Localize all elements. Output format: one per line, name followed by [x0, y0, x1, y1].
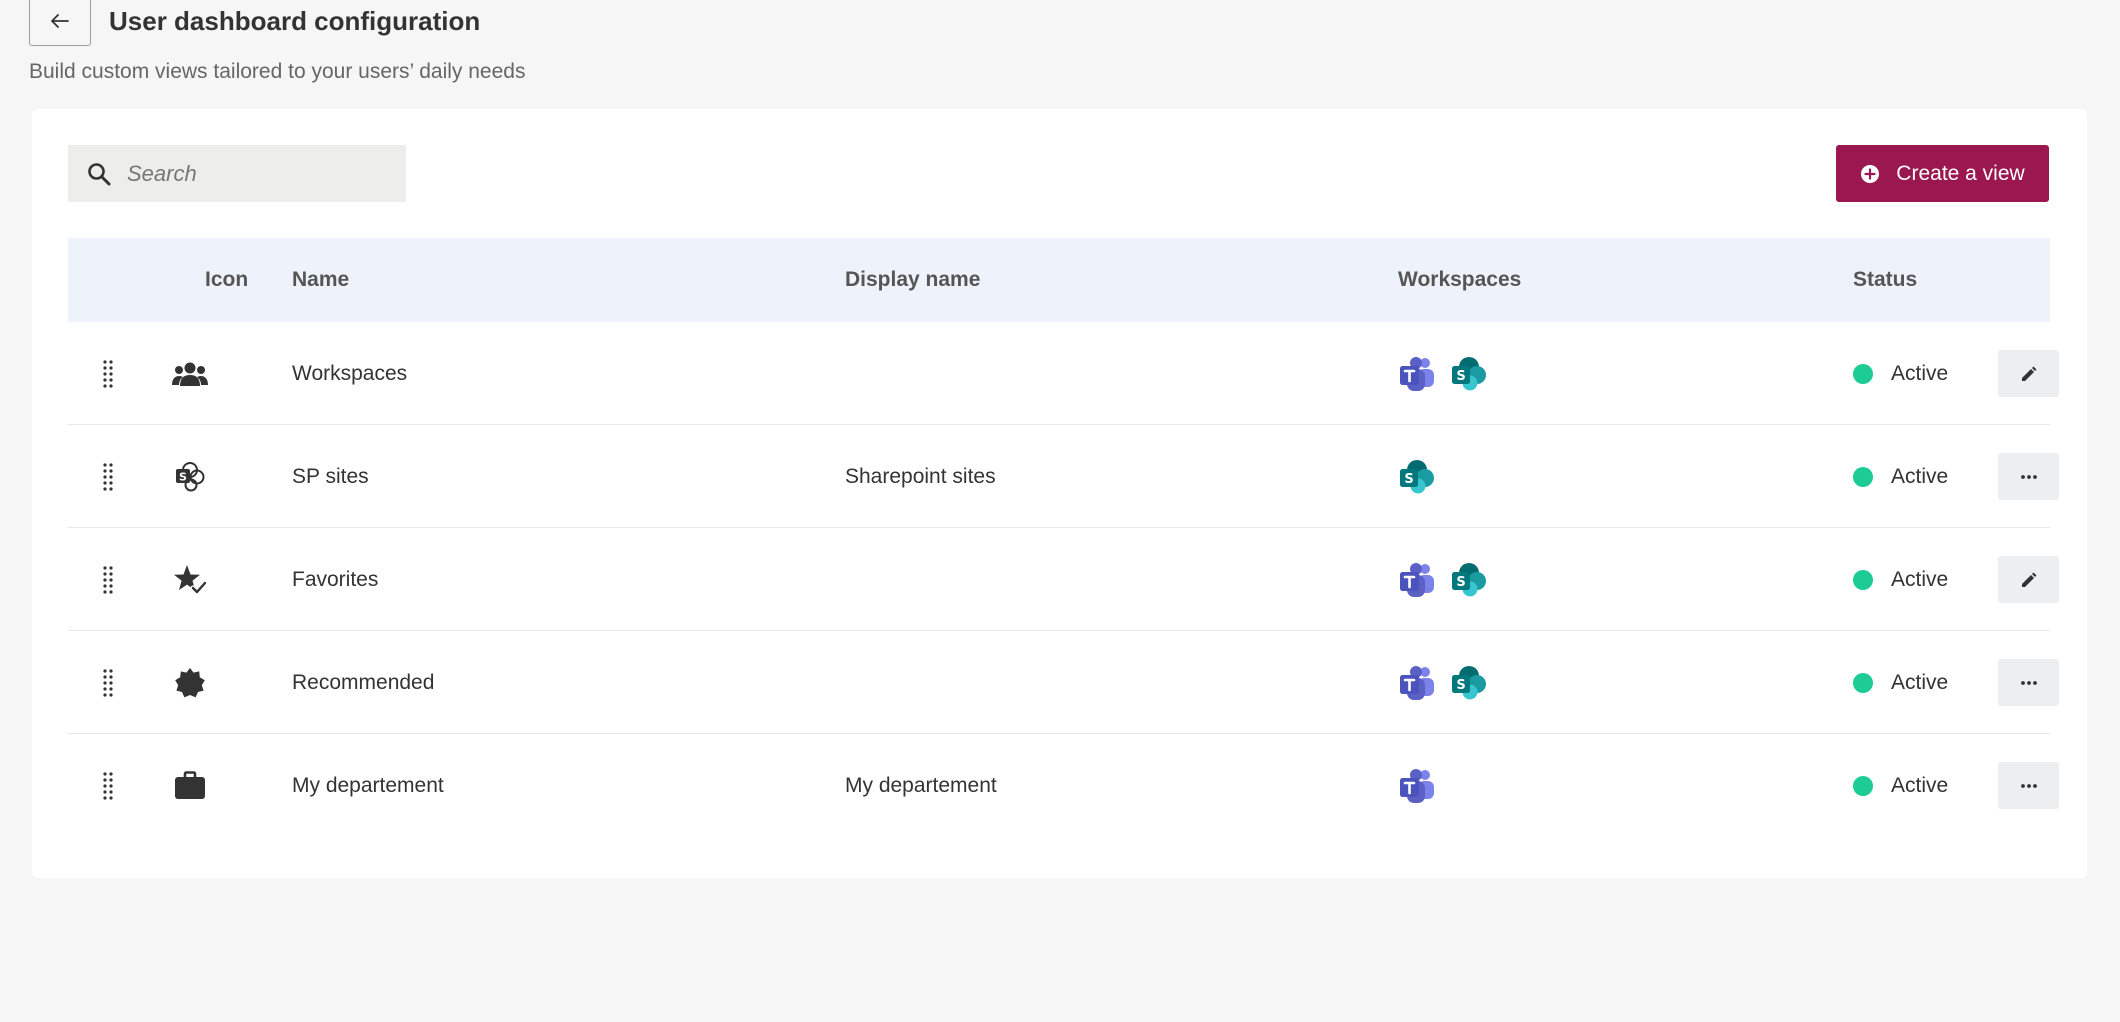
status-badge: Active — [1891, 773, 1949, 797]
table-row: Recommended S Active — [68, 631, 2059, 734]
arrow-left-icon — [51, 14, 69, 28]
more-options-button[interactable] — [1998, 659, 2059, 706]
svg-text:S: S — [1456, 575, 1465, 590]
sharepoint-icon: S — [1452, 562, 1486, 596]
views-card: Create a view Icon Name Display name Wor… — [32, 109, 2087, 878]
status-badge: Active — [1891, 464, 1949, 488]
workspaces-cell: S — [1398, 425, 1436, 528]
teams-icon — [1400, 562, 1434, 597]
teams-icon — [1400, 356, 1434, 391]
column-header-name: Name — [292, 268, 350, 291]
status-cell: Active — [1853, 734, 1948, 837]
search-box[interactable] — [68, 145, 406, 202]
search-input[interactable] — [127, 160, 387, 187]
drag-handle-icon[interactable] — [102, 528, 114, 631]
edit-button[interactable] — [1998, 350, 2059, 397]
create-view-label: Create a view — [1896, 161, 2025, 185]
workspaces-cell: S — [1398, 631, 1488, 734]
status-cell: Active — [1853, 425, 1948, 528]
view-display-name: Sharepoint sites — [845, 464, 996, 488]
column-header-display-name: Display name — [845, 268, 981, 291]
drag-handle-icon[interactable] — [102, 631, 114, 734]
star-check-icon — [170, 528, 210, 631]
view-name: My departement — [292, 773, 444, 797]
status-cell: Active — [1853, 631, 1948, 734]
pencil-icon — [2021, 366, 2036, 381]
view-name: Favorites — [292, 567, 379, 591]
table-row: S SP sites Sharepoint sites S Active — [68, 425, 2059, 528]
more-options-button[interactable] — [1998, 453, 2059, 500]
status-cell: Active — [1853, 528, 1948, 631]
column-header-status: Status — [1853, 268, 1918, 291]
workspaces-cell — [1398, 734, 1436, 837]
status-cell: Active — [1853, 322, 1948, 425]
sharepoint-sites-icon: S — [170, 425, 210, 528]
column-header-workspaces: Workspaces — [1398, 268, 1522, 291]
teams-icon — [1400, 665, 1434, 700]
drag-handle-icon[interactable] — [102, 425, 114, 528]
svg-text:S: S — [1456, 678, 1465, 693]
workspaces-cell: S — [1398, 528, 1488, 631]
sharepoint-icon: S — [1452, 665, 1486, 699]
svg-text:S: S — [1456, 369, 1465, 384]
drag-handle-icon[interactable] — [102, 734, 114, 837]
status-badge: Active — [1891, 567, 1949, 591]
sharepoint-icon: S — [1452, 356, 1486, 390]
briefcase-icon — [170, 734, 210, 837]
drag-handle-icon[interactable] — [102, 322, 114, 425]
more-horizontal-icon — [2020, 783, 2037, 788]
plus-circle-icon — [1861, 164, 1880, 183]
create-view-button[interactable]: Create a view — [1836, 145, 2049, 202]
pencil-icon — [2021, 572, 2036, 587]
status-badge: Active — [1891, 670, 1949, 694]
edit-button[interactable] — [1998, 556, 2059, 603]
people-group-icon — [170, 322, 210, 425]
more-horizontal-icon — [2020, 680, 2037, 685]
sharepoint-icon: S — [1400, 459, 1434, 493]
view-name: Recommended — [292, 670, 435, 694]
svg-text:S: S — [179, 470, 187, 483]
teams-icon — [1400, 768, 1434, 803]
page-subtitle: Build custom views tailored to your user… — [29, 60, 526, 83]
more-horizontal-icon — [2020, 474, 2037, 479]
table-row: My departement My departement Active — [68, 734, 2059, 837]
column-header-icon: Icon — [205, 268, 249, 291]
status-badge: Active — [1891, 361, 1949, 385]
status-active-dot — [1853, 466, 1873, 487]
back-button[interactable] — [29, 0, 91, 46]
more-options-button[interactable] — [1998, 762, 2059, 809]
svg-text:S: S — [1404, 472, 1413, 487]
table-row: Workspaces S Active — [68, 322, 2059, 425]
status-active-dot — [1853, 672, 1873, 693]
table-header: Icon Name Display name Workspaces Status — [68, 238, 2050, 322]
view-name: Workspaces — [292, 361, 408, 385]
view-display-name: My departement — [845, 773, 997, 797]
search-icon — [86, 161, 112, 187]
status-active-dot — [1853, 363, 1873, 384]
page-title: User dashboard configuration — [109, 6, 481, 36]
workspaces-cell: S — [1398, 322, 1488, 425]
badge-seal-icon — [170, 631, 210, 734]
table-row: Favorites S Active — [68, 528, 2059, 631]
view-name: SP sites — [292, 464, 369, 488]
status-active-dot — [1853, 775, 1873, 796]
status-active-dot — [1853, 569, 1873, 590]
